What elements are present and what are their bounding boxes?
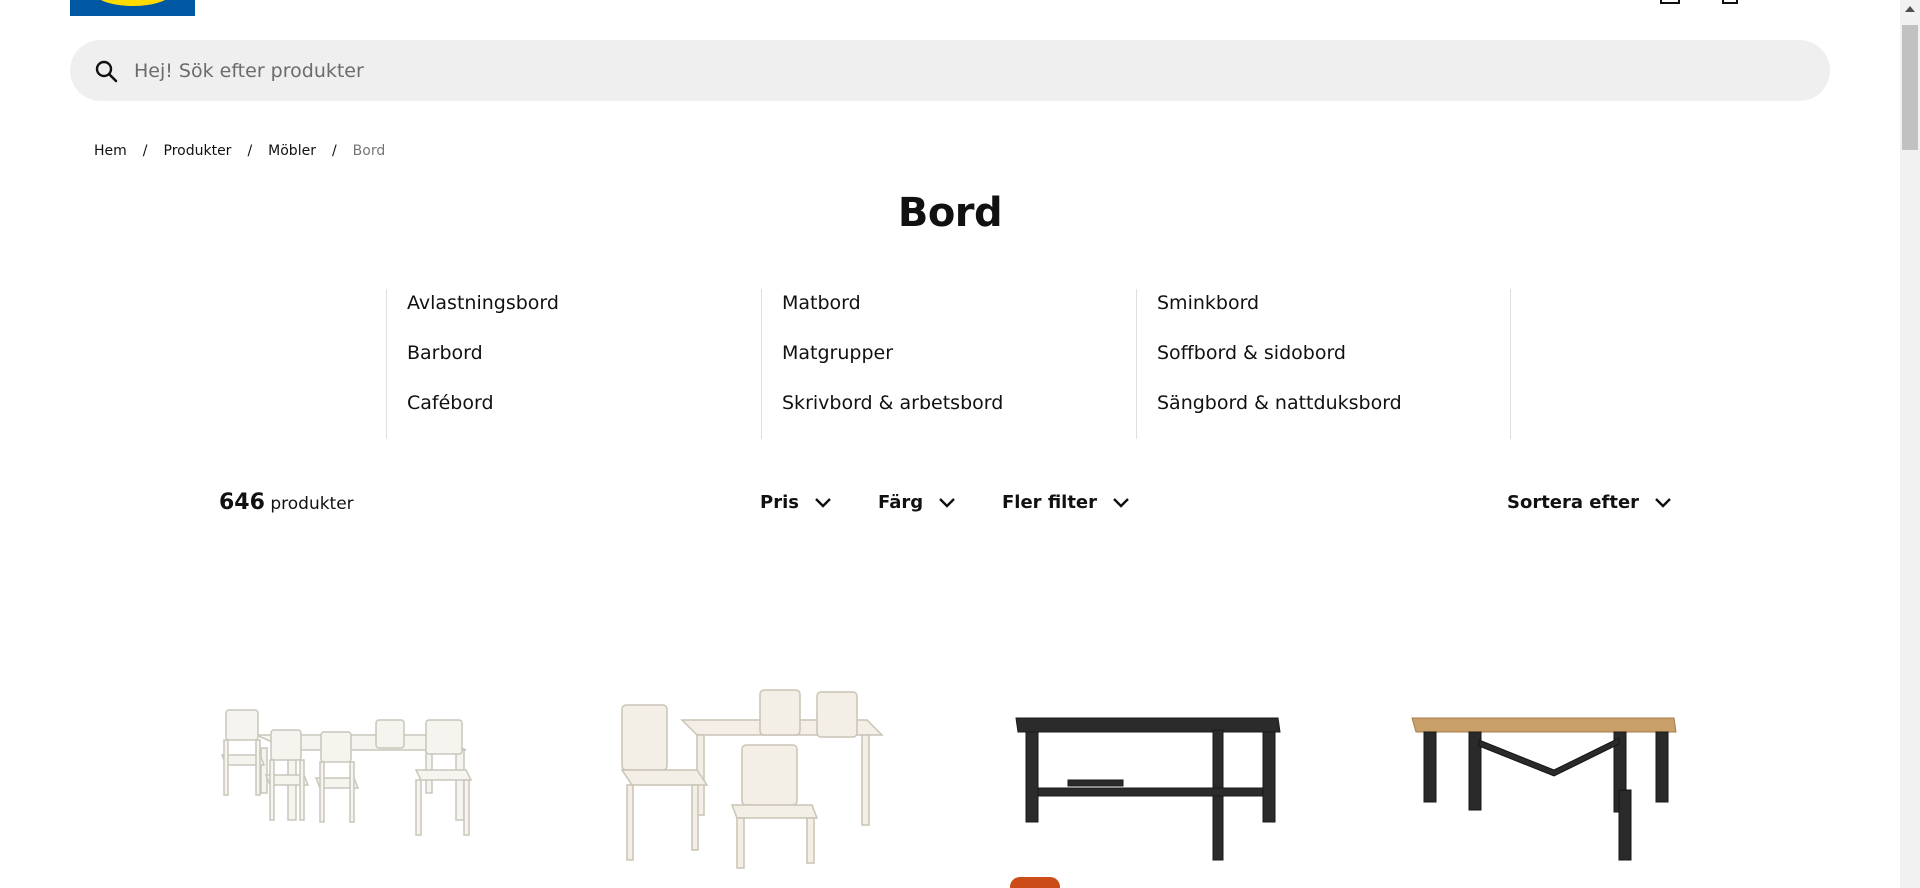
breadcrumb-products[interactable]: Produkter <box>164 143 232 159</box>
search-bar[interactable] <box>70 40 1830 101</box>
category-link-matgrupper[interactable]: Matgrupper <box>782 328 1136 378</box>
breadcrumb-home[interactable]: Hem <box>94 143 127 159</box>
breadcrumb-separator: / <box>142 143 148 159</box>
filter-label: Pris <box>760 492 799 513</box>
chevron-down-icon <box>815 497 831 508</box>
filter-label: Fler filter <box>1002 492 1098 513</box>
category-column: Sminkbord Soffbord & sidobord Sängbord &… <box>1136 289 1511 439</box>
product-count-number: 646 <box>219 490 265 515</box>
breadcrumb: Hem / Produkter / Möbler / Bord <box>94 143 385 159</box>
search-icon[interactable] <box>94 59 118 83</box>
scrollbar-thumb[interactable] <box>1902 25 1918 150</box>
header <box>0 0 1900 20</box>
page-title: Bord <box>897 190 1003 236</box>
category-link-skrivbord[interactable]: Skrivbord & arbetsbord <box>782 378 1136 428</box>
filter-price-button[interactable]: Pris <box>760 492 833 513</box>
ikea-logo[interactable] <box>70 0 195 16</box>
filter-more-button[interactable]: Fler filter <box>1002 492 1131 513</box>
chevron-down-icon <box>1113 497 1129 508</box>
category-link-avlastningsbord[interactable]: Avlastningsbord <box>407 278 761 328</box>
filter-color-button[interactable]: Färg <box>878 492 957 513</box>
user-icon[interactable] <box>1660 0 1680 4</box>
chevron-down-icon <box>939 497 956 508</box>
breadcrumb-separator: / <box>331 143 337 159</box>
scroll-up-arrow[interactable] <box>1905 6 1915 12</box>
category-column: Avlastningsbord Barbord Cafébord <box>386 289 761 439</box>
category-link-cafebord[interactable]: Cafébord <box>407 378 761 428</box>
chevron-down-icon <box>1655 497 1671 508</box>
category-link-barbord[interactable]: Barbord <box>407 328 761 378</box>
sort-label: Sortera efter <box>1507 492 1640 513</box>
product-count: 646 produkter <box>219 490 354 515</box>
breadcrumb-separator: / <box>247 143 253 159</box>
category-link-matbord[interactable]: Matbord <box>782 278 1136 328</box>
category-link-sangbord[interactable]: Sängbord & nattduksbord <box>1157 378 1510 428</box>
breadcrumb-furniture[interactable]: Möbler <box>268 143 316 159</box>
filter-label: Färg <box>878 492 924 513</box>
category-link-sminkbord[interactable]: Sminkbord <box>1157 278 1510 328</box>
cart-icon[interactable] <box>1722 0 1738 4</box>
product-image[interactable] <box>612 660 892 870</box>
breadcrumb-current: Bord <box>352 143 386 159</box>
product-image[interactable] <box>216 660 496 870</box>
price-badge <box>1010 877 1060 888</box>
product-count-unit: produkter <box>270 494 354 514</box>
category-link-soffbord[interactable]: Soffbord & sidobord <box>1157 328 1510 378</box>
search-input[interactable] <box>134 40 1794 101</box>
category-navigation: Avlastningsbord Barbord Cafébord Matbord… <box>386 289 1511 439</box>
product-image[interactable] <box>1008 660 1288 870</box>
product-image[interactable] <box>1404 660 1684 870</box>
category-column: Matbord Matgrupper Skrivbord & arbetsbor… <box>761 289 1136 439</box>
sort-button[interactable]: Sortera efter <box>1507 492 1673 513</box>
